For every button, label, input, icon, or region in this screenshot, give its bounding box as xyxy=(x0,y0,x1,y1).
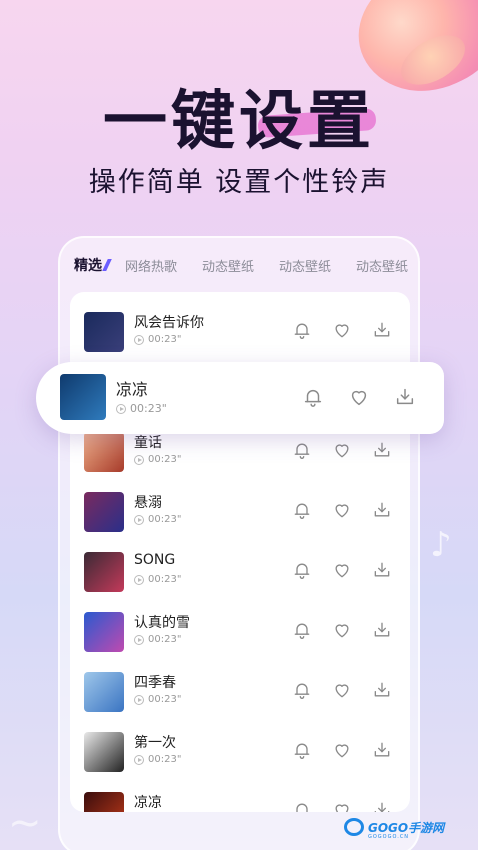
heart-icon[interactable] xyxy=(332,680,352,700)
list-item[interactable]: 童话 00:23" xyxy=(70,428,410,478)
download-icon[interactable] xyxy=(372,440,392,460)
album-cover xyxy=(84,612,124,652)
song-duration: 00:23" xyxy=(134,574,181,585)
song-title: 风会告诉你 xyxy=(134,315,204,331)
song-duration: 00:23" xyxy=(134,694,181,705)
category-tabs: 精选 网络热歌 动态壁纸 动态壁纸 动态壁纸 xyxy=(74,255,414,275)
song-title: 第一次 xyxy=(134,735,176,751)
play-icon[interactable] xyxy=(134,574,144,585)
bell-icon[interactable] xyxy=(292,800,312,812)
bell-icon[interactable] xyxy=(302,386,324,408)
heart-icon[interactable] xyxy=(348,386,370,408)
list-item[interactable]: 认真的雪 00:23" xyxy=(70,608,410,658)
bell-icon[interactable] xyxy=(292,440,312,460)
heart-icon[interactable] xyxy=(332,800,352,812)
song-duration: 00:23" xyxy=(134,454,181,465)
album-cover xyxy=(84,492,124,532)
list-item[interactable]: 凉凉00:23" xyxy=(70,788,410,812)
play-icon[interactable] xyxy=(134,754,144,765)
tab-live-wallpaper[interactable]: 动态壁纸 xyxy=(202,256,254,275)
hero-subtitle: 操作简单 设置个性铃声 xyxy=(88,167,390,198)
download-icon[interactable] xyxy=(372,740,392,760)
download-icon[interactable] xyxy=(372,320,392,340)
bell-icon[interactable] xyxy=(292,560,312,580)
watermark-url: GOGOGO.CN xyxy=(368,834,410,840)
bell-icon[interactable] xyxy=(292,320,312,340)
song-duration: 00:23" xyxy=(134,334,181,345)
play-icon[interactable] xyxy=(116,403,126,414)
music-note-icon: ♪ xyxy=(430,525,452,565)
list-item[interactable]: 悬溺 00:23" xyxy=(70,488,410,538)
bell-icon[interactable] xyxy=(292,500,312,520)
bell-icon[interactable] xyxy=(292,620,312,640)
list-item[interactable]: 风会告诉你 00:23" xyxy=(70,308,410,358)
tab-live-wallpaper[interactable]: 动态壁纸 xyxy=(356,256,408,275)
album-cover xyxy=(84,432,124,472)
song-title: 凉凉 xyxy=(116,380,149,399)
download-icon[interactable] xyxy=(372,680,392,700)
song-title: 童话 xyxy=(134,435,162,451)
heart-icon[interactable] xyxy=(332,560,352,580)
tab-featured[interactable]: 精选 xyxy=(74,255,112,275)
hero-title: 一键设置 xyxy=(103,85,375,159)
tab-hot-songs[interactable]: 网络热歌 xyxy=(125,256,177,275)
song-duration: 00:23" xyxy=(116,402,167,415)
heart-icon[interactable] xyxy=(332,500,352,520)
decorative-script: ~ xyxy=(8,800,42,846)
song-title: 认真的雪 xyxy=(134,615,190,631)
song-title: SONG xyxy=(134,552,176,568)
heart-icon[interactable] xyxy=(332,440,352,460)
song-title: 四季春 xyxy=(134,675,176,691)
song-duration: 00:23" xyxy=(134,754,181,765)
list-item[interactable]: 四季春 00:23" xyxy=(70,668,410,718)
download-icon[interactable] xyxy=(372,620,392,640)
album-cover xyxy=(84,672,124,712)
heart-icon[interactable] xyxy=(332,620,352,640)
play-icon[interactable] xyxy=(134,694,144,705)
download-icon[interactable] xyxy=(394,386,416,408)
watermark-icon xyxy=(344,818,364,836)
active-tab-indicator xyxy=(102,259,112,271)
album-cover xyxy=(60,374,106,420)
featured-song-row[interactable]: 凉凉 00:23" xyxy=(36,362,444,434)
watermark-brand: GOGO手游网 xyxy=(368,820,445,835)
album-cover xyxy=(84,312,124,352)
bell-icon[interactable] xyxy=(292,740,312,760)
heart-icon[interactable] xyxy=(332,740,352,760)
list-item[interactable]: SONG 00:23" xyxy=(70,548,410,598)
album-cover xyxy=(84,732,124,772)
download-icon[interactable] xyxy=(372,500,392,520)
download-icon[interactable] xyxy=(372,800,392,812)
play-icon[interactable] xyxy=(134,454,144,465)
song-duration: 00:23" xyxy=(134,514,181,525)
album-cover xyxy=(84,792,124,812)
song-title: 凉凉 xyxy=(134,795,162,811)
tab-live-wallpaper[interactable]: 动态壁纸 xyxy=(279,256,331,275)
bell-icon[interactable] xyxy=(292,680,312,700)
play-icon[interactable] xyxy=(134,334,144,345)
song-duration: 00:23" xyxy=(134,634,181,645)
song-title: 悬溺 xyxy=(134,495,162,511)
heart-icon[interactable] xyxy=(332,320,352,340)
album-cover xyxy=(84,552,124,592)
download-icon[interactable] xyxy=(372,560,392,580)
list-item[interactable]: 第一次 00:23" xyxy=(70,728,410,778)
play-icon[interactable] xyxy=(134,634,144,645)
play-icon[interactable] xyxy=(134,514,144,525)
